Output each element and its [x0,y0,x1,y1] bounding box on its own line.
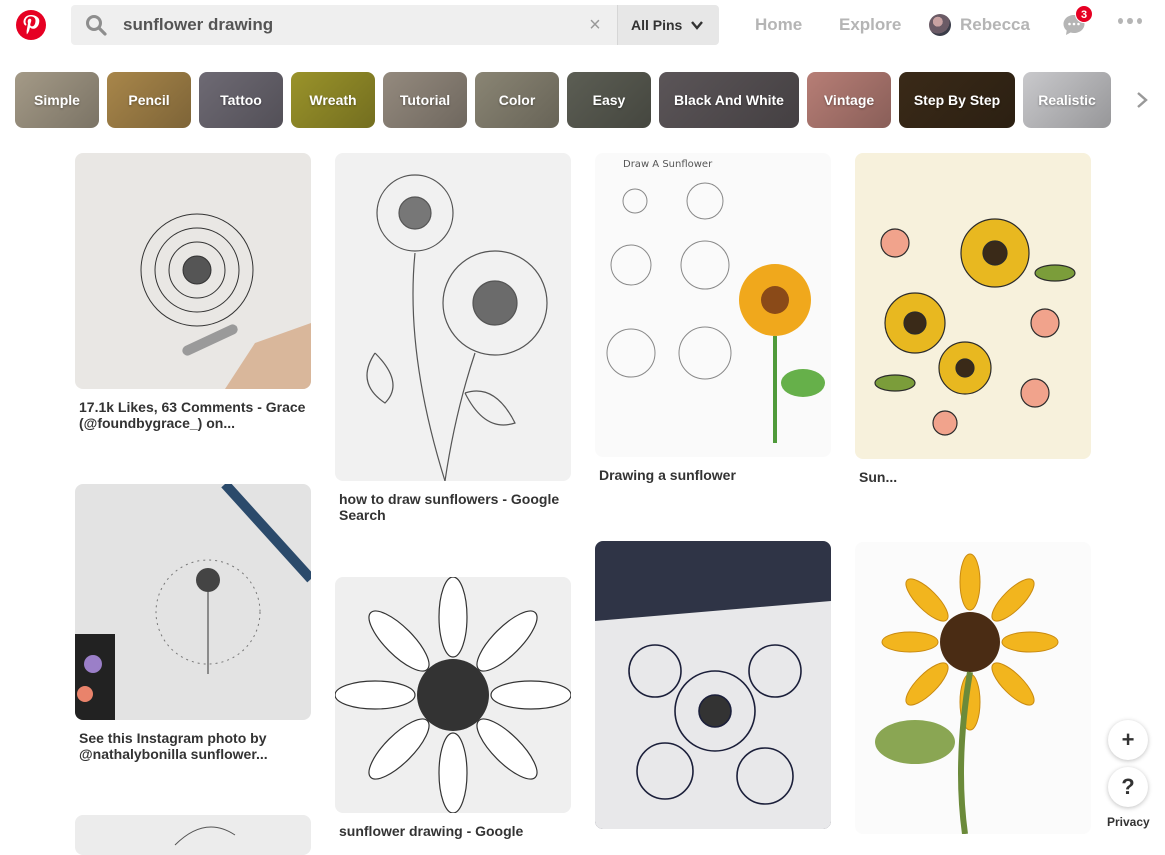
pin-caption: how to draw sunflowers - Google Search [339,491,560,523]
guide-black-and-white[interactable]: Black And White [659,72,799,128]
avatar[interactable] [929,14,951,36]
pin-card[interactable]: Sun... [855,153,1091,485]
guide-easy[interactable]: Easy [567,72,651,128]
pinterest-logo-icon[interactable] [16,10,46,40]
search-input[interactable] [123,5,583,45]
clear-search-icon[interactable]: × [585,15,605,35]
pin-image[interactable] [595,541,831,829]
nav-explore[interactable]: Explore [839,15,901,35]
top-bar: × All Pins Home Explore Rebecca 3 [0,0,1165,50]
guide-color[interactable]: Color [475,72,559,128]
help-button[interactable]: ? [1108,767,1148,807]
guide-step-by-step[interactable]: Step By Step [899,72,1015,128]
add-pin-button[interactable]: + [1108,720,1148,760]
guide-wreath[interactable]: Wreath [291,72,375,128]
search-bar[interactable]: × [71,5,617,45]
pin-caption: sunflower drawing - Google [339,823,524,839]
pin-caption: 17.1k Likes, 63 Comments - Grace (@found… [79,399,306,431]
pin-card[interactable] [855,542,1091,844]
chevron-right-icon[interactable] [1132,90,1152,110]
pin-caption: Drawing a sunflower [599,467,736,483]
pin-image[interactable] [855,542,1091,834]
nav-home[interactable]: Home [755,15,802,35]
pin-image[interactable] [335,577,571,813]
search-scope-label: All Pins [631,17,683,33]
pin-image[interactable] [75,153,311,389]
pin-image[interactable] [855,153,1091,459]
pin-image[interactable]: Draw A Sunflower [595,153,831,457]
pin-card[interactable]: sunflower drawing - Google [335,577,571,839]
guided-search-bar: Simple Pencil Tattoo Wreath Tutorial Col… [15,72,1165,128]
nav-profile[interactable]: Rebecca [960,15,1030,35]
pin-card[interactable]: 17.1k Likes, 63 Comments - Grace (@found… [75,153,311,431]
pin-caption: See this Instagram photo by @nathalyboni… [79,730,268,762]
guide-vintage[interactable]: Vintage [807,72,891,128]
pin-card[interactable]: Draw A Sunflower Drawing a sunflower [595,153,831,483]
guide-tutorial[interactable]: Tutorial [383,72,467,128]
pin-image[interactable] [75,815,311,855]
pin-card[interactable] [75,815,311,855]
more-options-icon[interactable] [1118,18,1142,30]
pin-card[interactable] [595,541,831,839]
tutorial-title: Draw A Sunflower [623,159,713,170]
pin-card[interactable]: See this Instagram photo by @nathalyboni… [75,484,311,762]
guide-pencil[interactable]: Pencil [107,72,191,128]
notification-badge: 3 [1075,5,1093,23]
pin-card[interactable]: how to draw sunflowers - Google Search [335,153,571,523]
guide-realistic[interactable]: Realistic [1023,72,1111,128]
pin-image[interactable] [335,153,571,481]
search-scope-dropdown[interactable]: All Pins [617,5,719,45]
guide-simple[interactable]: Simple [15,72,99,128]
search-icon [86,15,107,36]
privacy-link[interactable]: Privacy [1107,815,1150,829]
chevron-down-icon [691,21,704,30]
pin-caption: Sun... [859,469,898,485]
guide-tattoo[interactable]: Tattoo [199,72,283,128]
pin-image[interactable] [75,484,311,720]
